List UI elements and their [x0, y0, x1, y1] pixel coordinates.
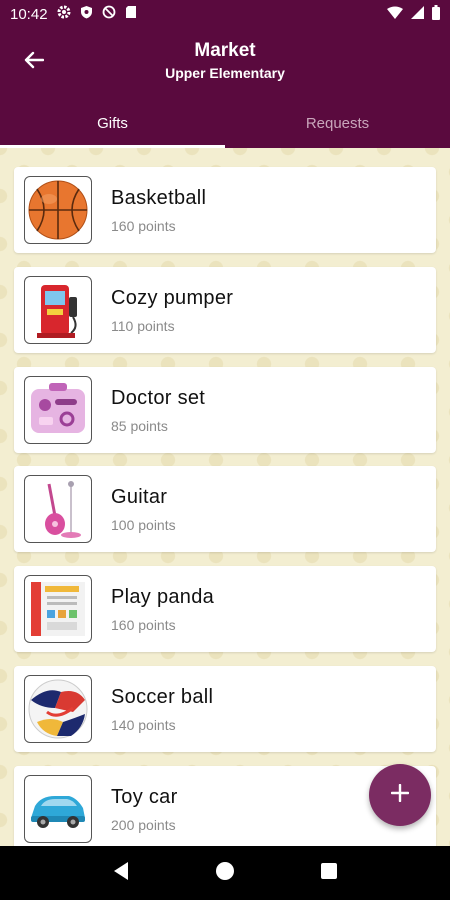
sd-card-icon — [125, 5, 137, 23]
page-title: Market — [194, 40, 256, 61]
gift-name: Soccer ball — [111, 686, 214, 708]
back-triangle-icon[interactable] — [112, 861, 130, 886]
app-bar: Market Upper Elementary — [0, 28, 450, 98]
gift-name: Doctor set — [111, 387, 206, 409]
gift-points: 160 points — [111, 218, 176, 234]
no-tracking-icon — [102, 5, 116, 23]
page-subtitle: Upper Elementary — [165, 65, 285, 81]
gift-name: Guitar — [111, 486, 168, 508]
soccer-ball-image — [24, 675, 92, 743]
settings-icon — [57, 5, 71, 23]
gift-points: 200 points — [111, 817, 176, 833]
home-circle-icon[interactable] — [215, 861, 235, 886]
gift-item-basketball[interactable]: Basketball 160 points — [14, 167, 436, 253]
gift-item-soccer-ball[interactable]: Soccer ball 140 points — [14, 666, 436, 752]
tab-bar: Gifts Requests — [0, 98, 450, 148]
wifi-icon — [387, 6, 403, 23]
basketball-image — [24, 176, 92, 244]
tab-gifts[interactable]: Gifts — [0, 98, 225, 148]
gift-name: Basketball — [111, 187, 207, 209]
plus-icon — [390, 783, 410, 807]
gift-item-doctor-set[interactable]: Doctor set 85 points — [14, 367, 436, 453]
gift-points: 110 points — [111, 318, 175, 334]
gift-name: Toy car — [111, 786, 178, 808]
shield-icon — [80, 5, 93, 23]
gift-list[interactable]: Basketball 160 points Cozy pumper 110 po… — [0, 148, 450, 846]
gift-points: 100 points — [111, 517, 176, 533]
battery-icon — [432, 4, 440, 24]
gift-item-play-panda[interactable]: Play panda 160 points — [14, 566, 436, 652]
add-gift-button[interactable] — [369, 764, 431, 826]
gift-points: 85 points — [111, 418, 168, 434]
play-panda-image — [24, 575, 92, 643]
recents-square-icon[interactable] — [320, 862, 338, 885]
toy-car-image — [24, 775, 92, 843]
gift-item-guitar[interactable]: Guitar 100 points — [14, 466, 436, 552]
gift-name: Cozy pumper — [111, 287, 234, 309]
toy-guitar-image — [24, 475, 92, 543]
gift-name: Play panda — [111, 586, 215, 608]
doctor-set-image — [24, 376, 92, 444]
gift-item-cozy-pumper[interactable]: Cozy pumper 110 points — [14, 267, 436, 353]
status-time: 10:42 — [10, 5, 48, 23]
system-nav-bar — [0, 846, 450, 900]
gift-points: 160 points — [111, 617, 176, 633]
toy-gas-pump-image — [24, 276, 92, 344]
gift-points: 140 points — [111, 717, 176, 733]
status-bar: 10:42 — [0, 0, 450, 28]
tab-requests[interactable]: Requests — [225, 98, 450, 148]
cell-signal-icon — [411, 5, 424, 23]
